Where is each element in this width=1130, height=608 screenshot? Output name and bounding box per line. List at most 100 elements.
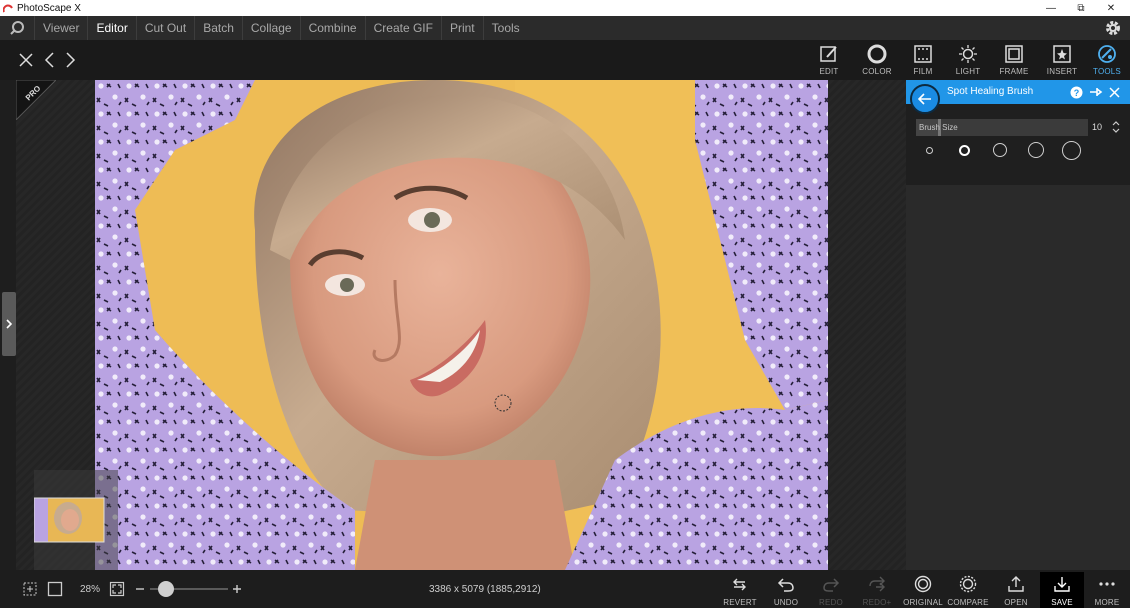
save-label: SAVE bbox=[1051, 598, 1073, 607]
tool-light[interactable]: LIGHT bbox=[946, 42, 990, 78]
more-label: MORE bbox=[1094, 598, 1120, 607]
brush-preset-2[interactable] bbox=[959, 145, 970, 156]
portrait-photo bbox=[95, 80, 828, 570]
help-icon[interactable]: ? bbox=[1069, 85, 1083, 99]
selection-icon[interactable] bbox=[22, 581, 38, 597]
compare-label: COMPARE bbox=[947, 598, 989, 607]
chevron-right-icon bbox=[6, 319, 13, 329]
app-logo-icon bbox=[3, 4, 13, 13]
original-label: ORIGINAL bbox=[903, 598, 943, 607]
menu-collage[interactable]: Collage bbox=[241, 16, 300, 40]
menu-editor[interactable]: Editor bbox=[87, 16, 135, 40]
redo-all-icon bbox=[869, 576, 885, 592]
title-bar: PhotoScape X — ⧉ ✕ bbox=[0, 0, 1130, 16]
brush-preset-4[interactable] bbox=[1028, 142, 1044, 158]
menu-tools[interactable]: Tools bbox=[482, 16, 528, 40]
zoom-slider-handle[interactable] bbox=[158, 581, 174, 597]
tool-insert-label: INSERT bbox=[1046, 67, 1078, 76]
brush-size-value[interactable]: 10 bbox=[1092, 122, 1102, 132]
photo-canvas[interactable] bbox=[95, 80, 828, 570]
spinner-icon[interactable] bbox=[1112, 120, 1120, 134]
next-icon[interactable] bbox=[62, 50, 78, 70]
color-icon bbox=[867, 44, 887, 64]
open-icon bbox=[1008, 576, 1024, 592]
tool-tools-label: TOOLS bbox=[1093, 67, 1121, 76]
svg-text:?: ? bbox=[1073, 88, 1079, 98]
undo-icon bbox=[777, 578, 794, 592]
compare-button[interactable]: COMPARE bbox=[946, 572, 990, 608]
tool-frame-label: FRAME bbox=[999, 67, 1029, 76]
close-window-button[interactable]: ✕ bbox=[1096, 0, 1126, 16]
open-button[interactable]: OPEN bbox=[994, 572, 1038, 608]
pin-icon[interactable] bbox=[1089, 85, 1103, 99]
menu-print[interactable]: Print bbox=[440, 16, 483, 40]
compare-icon bbox=[959, 575, 977, 593]
more-icon bbox=[1099, 582, 1115, 586]
original-icon bbox=[914, 575, 932, 593]
close-icon[interactable] bbox=[18, 50, 34, 70]
original-button[interactable]: ORIGINAL bbox=[901, 572, 945, 608]
zoom-in-icon[interactable] bbox=[232, 584, 242, 594]
brush-presets bbox=[920, 141, 1090, 164]
frame-icon bbox=[1005, 45, 1023, 63]
fit-screen-icon[interactable] bbox=[109, 581, 125, 597]
edit-icon bbox=[820, 46, 837, 62]
tool-frame[interactable]: FRAME bbox=[992, 42, 1036, 78]
arrow-left-icon bbox=[918, 93, 931, 105]
menu-cut-out[interactable]: Cut Out bbox=[135, 16, 194, 40]
redo-icon bbox=[823, 578, 840, 592]
navigator-preview bbox=[34, 497, 105, 543]
redo-button[interactable]: REDO bbox=[809, 572, 853, 608]
menu-combine[interactable]: Combine bbox=[299, 16, 365, 40]
gear-icon[interactable] bbox=[1104, 19, 1122, 37]
tool-insert[interactable]: INSERT bbox=[1040, 42, 1084, 78]
more-button[interactable]: MORE bbox=[1085, 572, 1129, 608]
undo-label: UNDO bbox=[773, 598, 799, 607]
zoom-out-icon[interactable] bbox=[135, 584, 145, 594]
revert-label: REVERT bbox=[723, 598, 757, 607]
menu-batch[interactable]: Batch bbox=[194, 16, 242, 40]
brush-preset-3[interactable] bbox=[993, 143, 1007, 157]
left-panel-toggle[interactable] bbox=[2, 292, 16, 356]
minimize-button[interactable]: — bbox=[1036, 0, 1066, 16]
insert-icon bbox=[1053, 45, 1071, 63]
frame-toggle-icon[interactable] bbox=[47, 581, 63, 597]
undo-button[interactable]: UNDO bbox=[764, 572, 808, 608]
tool-film[interactable]: FILM bbox=[901, 42, 945, 78]
home-icon[interactable] bbox=[0, 16, 34, 40]
revert-button[interactable]: REVERT bbox=[718, 572, 762, 608]
redo-label: REDO bbox=[819, 598, 843, 607]
menu-create-gif[interactable]: Create GIF bbox=[364, 16, 441, 40]
open-label: OPEN bbox=[1004, 598, 1028, 607]
menu-viewer[interactable]: Viewer bbox=[34, 16, 87, 40]
image-dimensions: 3386 x 5079 (1885,2912) bbox=[429, 584, 541, 595]
tool-color-label: COLOR bbox=[862, 67, 892, 76]
restore-button[interactable]: ⧉ bbox=[1066, 0, 1096, 16]
light-icon bbox=[959, 45, 977, 63]
brush-preset-1[interactable] bbox=[926, 147, 933, 154]
pro-badge: PRO bbox=[16, 80, 56, 120]
zoom-level: 28% bbox=[80, 584, 101, 595]
redo-all-button[interactable]: REDO+ bbox=[855, 572, 899, 608]
window-title: PhotoScape X bbox=[17, 2, 81, 14]
previous-icon[interactable] bbox=[42, 50, 58, 70]
redo-all-label: REDO+ bbox=[862, 598, 892, 607]
tools-icon bbox=[1098, 45, 1116, 63]
tool-film-label: FILM bbox=[913, 67, 933, 76]
save-button[interactable]: SAVE bbox=[1040, 572, 1084, 608]
tool-options-panel: Spot Healing Brush ? Brush Size 10 bbox=[906, 80, 1130, 570]
back-button[interactable] bbox=[910, 84, 940, 114]
film-icon bbox=[914, 45, 932, 63]
tool-edit-label: EDIT bbox=[819, 67, 839, 76]
panel-close-icon[interactable] bbox=[1107, 85, 1121, 99]
panel-title: Spot Healing Brush bbox=[947, 86, 1034, 97]
save-icon bbox=[1054, 577, 1070, 592]
tool-tools[interactable]: TOOLS bbox=[1085, 42, 1129, 78]
tool-color[interactable]: COLOR bbox=[855, 42, 899, 78]
tool-edit[interactable]: EDIT bbox=[807, 42, 851, 78]
brush-size-slider[interactable]: Brush Size bbox=[916, 119, 1088, 136]
revert-icon bbox=[733, 578, 746, 591]
navigator-thumbnail[interactable] bbox=[34, 470, 118, 570]
brush-preset-5[interactable] bbox=[1062, 141, 1081, 160]
menu-bar: Viewer Editor Cut Out Batch Collage Comb… bbox=[0, 16, 1130, 40]
